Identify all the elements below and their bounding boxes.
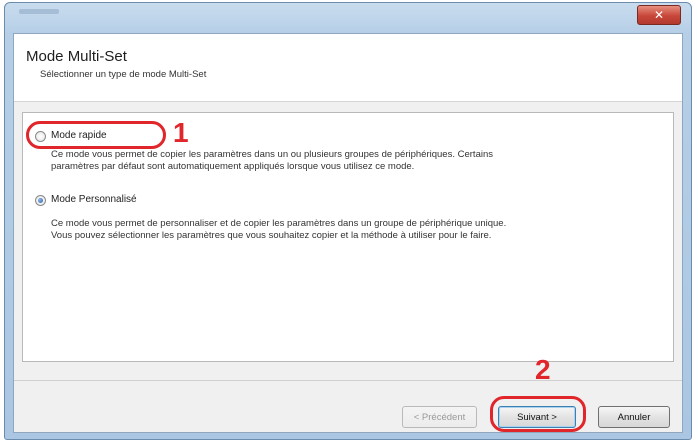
close-icon: ✕: [653, 8, 665, 22]
option-description-line: Ce mode vous permet de copier les paramè…: [51, 149, 493, 160]
previous-button[interactable]: < Précédent: [402, 406, 477, 428]
title-bar: ✕: [5, 3, 691, 33]
radio-mode-personnalise[interactable]: [35, 195, 46, 206]
close-button[interactable]: ✕: [637, 5, 681, 25]
option-description-line: Ce mode vous permet de personnaliser et …: [51, 218, 507, 229]
callout-highlight-1: [26, 121, 166, 149]
page-subtitle: Sélectionner un type de mode Multi-Set: [40, 69, 207, 80]
mode-options-panel: Mode rapide Ce mode vous permet de copie…: [22, 112, 674, 362]
callout-highlight-2: [490, 396, 586, 432]
option-description-line: Vous pouvez sélectionner les paramètres …: [51, 230, 492, 241]
dialog-window: ✕ Mode Multi-Set Sélectionner un type de…: [4, 2, 692, 440]
wizard-header: Mode Multi-Set Sélectionner un type de m…: [14, 34, 682, 102]
page-title: Mode Multi-Set: [26, 48, 127, 65]
callout-number-1: 1: [173, 117, 189, 148]
callout-number-2: 2: [535, 354, 551, 385]
window-title-placeholder: [19, 9, 59, 14]
footer-divider: [14, 380, 682, 381]
cancel-button[interactable]: Annuler: [598, 406, 670, 428]
option-description-line: paramètres par défaut sont automatiqueme…: [51, 161, 415, 172]
option-label-mode-personnalise[interactable]: Mode Personnalisé: [51, 194, 137, 205]
dialog-client-area: Mode Multi-Set Sélectionner un type de m…: [13, 33, 683, 433]
